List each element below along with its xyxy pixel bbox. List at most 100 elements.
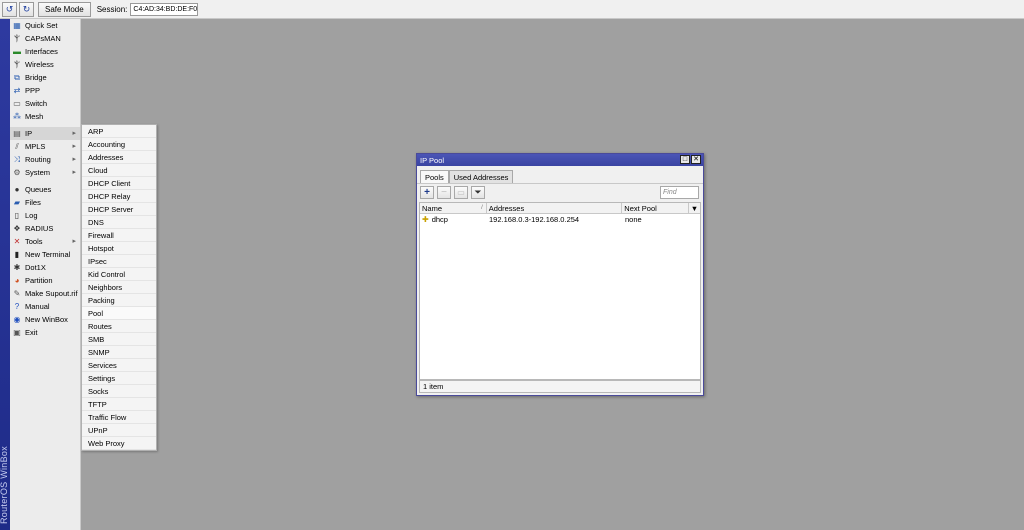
session-field[interactable]: C4:AD:34:BD:DE:F0 bbox=[130, 2, 199, 16]
remove-button[interactable]: − bbox=[437, 186, 451, 199]
menu-item-system[interactable]: ⚙ System ▸ bbox=[10, 166, 80, 179]
menu-item-queues[interactable]: ● Queues bbox=[10, 183, 80, 196]
column-header-addresses[interactable]: Addresses bbox=[487, 203, 623, 213]
filter-button[interactable]: ⏷ bbox=[471, 186, 485, 199]
undo-button[interactable]: ↺ bbox=[2, 1, 17, 17]
menu-item-capsman[interactable]: Ⲯ CAPsMAN bbox=[10, 32, 80, 45]
submenu-item-snmp[interactable]: SNMP bbox=[82, 346, 156, 359]
dot1x-icon: ✱ bbox=[13, 263, 21, 272]
menu-item-ip[interactable]: ▤ IP ▸ bbox=[10, 127, 80, 140]
menu-item-label: Switch bbox=[25, 99, 48, 108]
cell-addresses: 192.168.0.3-192.168.0.254 bbox=[489, 214, 580, 224]
menu-item-label: Queues bbox=[25, 185, 52, 194]
find-input[interactable]: Find bbox=[660, 186, 699, 199]
terminal-icon: ▮ bbox=[14, 250, 20, 259]
menu-item-files[interactable]: ▰ Files bbox=[10, 196, 80, 209]
submenu-item-dhcp-relay[interactable]: DHCP Relay bbox=[82, 190, 156, 203]
submenu-item-socks[interactable]: Socks bbox=[82, 385, 156, 398]
window-titlebar[interactable]: IP Pool □ ✕ bbox=[417, 154, 703, 166]
redo-button[interactable]: ↻ bbox=[19, 1, 34, 17]
submenu-item-cloud[interactable]: Cloud bbox=[82, 164, 156, 177]
maximize-icon: □ bbox=[682, 156, 688, 163]
partition-icon: ◕ bbox=[14, 276, 20, 285]
folder-icon: ▰ bbox=[13, 198, 21, 207]
minus-icon: − bbox=[441, 187, 447, 198]
submenu-item-firewall[interactable]: Firewall bbox=[82, 229, 156, 242]
gear-icon: ⚙ bbox=[13, 168, 21, 177]
menu-item-new-winbox[interactable]: ◉ New WinBox bbox=[10, 313, 80, 326]
submenu-item-hotspot[interactable]: Hotspot bbox=[82, 242, 156, 255]
menu-item-mesh[interactable]: ⁂ Mesh bbox=[10, 110, 80, 123]
menu-item-tools[interactable]: ✕ Tools ▸ bbox=[10, 235, 80, 248]
menu-item-routing[interactable]: ⤨ Routing ▸ bbox=[10, 153, 80, 166]
menu-item-label: PPP bbox=[25, 86, 41, 95]
menu-item-label: System bbox=[25, 168, 51, 177]
submenu-item-dhcp-client[interactable]: DHCP Client bbox=[82, 177, 156, 190]
menu-item-switch[interactable]: ▭ Switch bbox=[10, 97, 80, 110]
menu-item-label: Mesh bbox=[25, 112, 44, 121]
submenu-item-packing[interactable]: Packing bbox=[82, 294, 156, 307]
menu-item-label: Quick Set bbox=[25, 21, 58, 30]
menu-item-make-supout-rif[interactable]: ✎ Make Supout.rif bbox=[10, 287, 80, 300]
window-toolbar: + − ▭ ⏷ Find bbox=[417, 183, 703, 201]
mesh-icon: ⁂ bbox=[13, 112, 21, 121]
submenu-item-arp[interactable]: ARP bbox=[82, 125, 156, 138]
queues-icon: ● bbox=[14, 185, 20, 194]
menu-item-radius[interactable]: ❖ RADIUS bbox=[10, 222, 80, 235]
menu-item-label: Log bbox=[25, 211, 38, 220]
tab-used-addresses[interactable]: Used Addresses bbox=[448, 170, 514, 183]
antenna-icon: Ⲯ bbox=[14, 33, 20, 43]
safe-mode-button[interactable]: Safe Mode bbox=[38, 1, 91, 17]
column-header-next-pool[interactable]: Next Pool bbox=[622, 203, 690, 213]
menu-item-partition[interactable]: ◕ Partition bbox=[10, 274, 80, 287]
tab-pools[interactable]: Pools bbox=[420, 170, 449, 183]
supout-icon: ✎ bbox=[13, 289, 21, 298]
close-button[interactable]: ✕ bbox=[691, 155, 701, 164]
menu-item-label: New WinBox bbox=[25, 315, 68, 324]
submenu-item-dhcp-server[interactable]: DHCP Server bbox=[82, 203, 156, 216]
comment-button[interactable]: ▭ bbox=[454, 186, 468, 199]
main-toolbar: ↺ ↻ Safe Mode Session: C4:AD:34:BD:DE:F0 bbox=[0, 0, 1024, 19]
ip-submenu: ARP Accounting Addresses Cloud DHCP Client DH… bbox=[81, 124, 157, 451]
submenu-item-settings[interactable]: Settings bbox=[82, 372, 156, 385]
menu-item-manual[interactable]: ? Manual bbox=[10, 300, 80, 313]
submenu-item-ipsec[interactable]: IPsec bbox=[82, 255, 156, 268]
submenu-item-kid-control[interactable]: Kid Control bbox=[82, 268, 156, 281]
submenu-item-traffic-flow[interactable]: Traffic Flow bbox=[82, 411, 156, 424]
column-menu-button[interactable]: ▼ bbox=[689, 203, 700, 213]
menu-item-ppp[interactable]: ⇄ PPP bbox=[10, 84, 80, 97]
submenu-item-upnp[interactable]: UPnP bbox=[82, 424, 156, 437]
menu-item-mpls[interactable]: ⫽ MPLS ▸ bbox=[10, 140, 80, 153]
menu-item-log[interactable]: ▯ Log bbox=[10, 209, 80, 222]
column-header-name[interactable]: Name / bbox=[420, 203, 487, 213]
submenu-item-services[interactable]: Services bbox=[82, 359, 156, 372]
menu-item-wireless[interactable]: Ⲯ Wireless bbox=[10, 58, 80, 71]
table-row[interactable]: ✚ dhcp 192.168.0.3-192.168.0.254 none bbox=[420, 214, 700, 224]
menu-item-label: Make Supout.rif bbox=[25, 289, 78, 298]
chevron-down-icon: ▼ bbox=[690, 203, 699, 213]
menu-item-dot1x[interactable]: ✱ Dot1X bbox=[10, 261, 80, 274]
antenna-icon: Ⲯ bbox=[14, 59, 20, 69]
submenu-item-addresses[interactable]: Addresses bbox=[82, 151, 156, 164]
submenu-item-neighbors[interactable]: Neighbors bbox=[82, 281, 156, 294]
submenu-item-web-proxy[interactable]: Web Proxy bbox=[82, 437, 156, 450]
status-bar: 1 item bbox=[419, 380, 701, 393]
submenu-item-accounting[interactable]: Accounting bbox=[82, 138, 156, 151]
brand-strip: RouterOS WinBox bbox=[0, 19, 10, 530]
menu-item-exit[interactable]: ▣ Exit bbox=[10, 326, 80, 339]
menu-item-label: Interfaces bbox=[25, 47, 58, 56]
main-menu: ▦ Quick Set Ⲯ CAPsMAN ▬ Interfaces Ⲯ Wireless ⧉ B… bbox=[10, 19, 81, 530]
menu-item-new-terminal[interactable]: ▮ New Terminal bbox=[10, 248, 80, 261]
maximize-button[interactable]: □ bbox=[680, 155, 690, 164]
menu-item-quick-set[interactable]: ▦ Quick Set bbox=[10, 19, 80, 32]
radius-icon: ❖ bbox=[13, 224, 21, 233]
submenu-item-dns[interactable]: DNS bbox=[82, 216, 156, 229]
add-button[interactable]: + bbox=[420, 186, 434, 199]
submenu-arrow-icon: ▸ bbox=[72, 130, 76, 137]
submenu-item-tftp[interactable]: TFTP bbox=[82, 398, 156, 411]
menu-item-interfaces[interactable]: ▬ Interfaces bbox=[10, 45, 80, 58]
menu-item-bridge[interactable]: ⧉ Bridge bbox=[10, 71, 80, 84]
submenu-item-pool[interactable]: Pool bbox=[82, 307, 156, 320]
submenu-item-routes[interactable]: Routes bbox=[82, 320, 156, 333]
submenu-item-smb[interactable]: SMB bbox=[82, 333, 156, 346]
